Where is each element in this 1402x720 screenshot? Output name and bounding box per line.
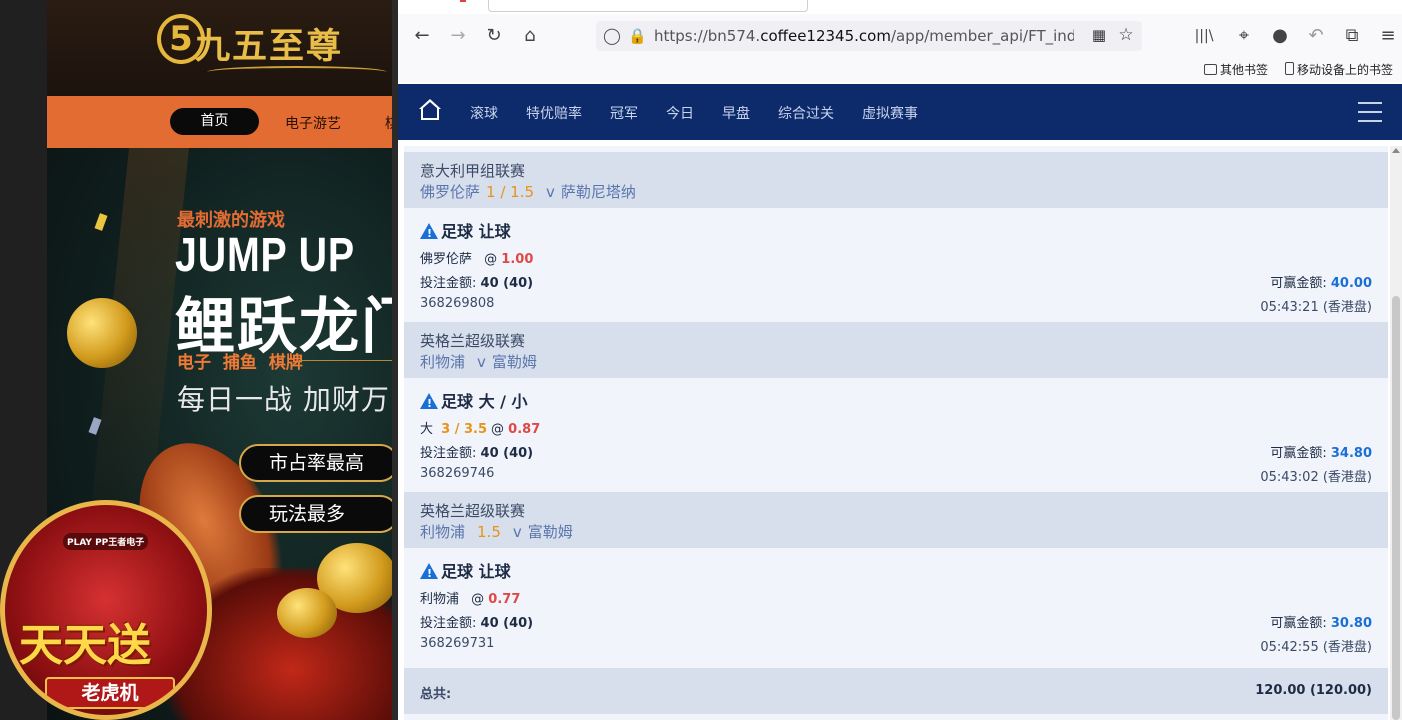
gold-coin-icon <box>67 298 137 368</box>
scrollbar[interactable] <box>1390 146 1402 720</box>
nav-early[interactable]: 早盘 <box>722 103 750 123</box>
bet-slip-list: 意大利甲组联赛 佛罗伦萨 1 / 1.5 v 萨勒尼塔纳 ! 足球 让球 佛罗伦萨 @ … <box>404 146 1388 720</box>
league-name: 英格兰超级联赛 <box>420 332 526 350</box>
qr-code-icon[interactable]: ▦ <box>1090 26 1108 44</box>
total-label: 总共: <box>420 687 452 702</box>
bet-time: 05:43:21 (香港盘) <box>1260 300 1372 315</box>
logo-text: 九五至尊 <box>195 26 344 67</box>
bet-time: 05:43:02 (香港盘) <box>1260 470 1372 485</box>
casino-header: 5 九五至尊 <box>47 0 392 96</box>
match-teams: 利物浦 1.5 v 富勒姆 <box>420 523 573 541</box>
bet-selection: 利物浦 @ 0.77 <box>420 592 521 607</box>
warning-icon: ! <box>420 393 438 410</box>
banner-headline-en: JUMP UP <box>175 229 356 282</box>
nav-more-link[interactable]: 棋 <box>385 113 392 133</box>
ticket-id: 368269731 <box>420 636 495 651</box>
screenshot-crop-icon[interactable]: ⌖ <box>1232 24 1256 48</box>
potential-win: 可赢金额: 30.80 <box>1270 616 1372 631</box>
match-teams: 佛罗伦萨 1 / 1.5 v 萨勒尼塔纳 <box>420 183 636 201</box>
bet-item: ! 足球 让球 佛罗伦萨 @ 1.00 投注金额: 40 (40) 可赢金额: 4… <box>404 208 1388 322</box>
ticket-id: 368269808 <box>420 296 495 311</box>
league-header: 英格兰超级联赛 利物浦 1.5 v 富勒姆 <box>404 492 1388 548</box>
url-text[interactable]: https://bn574.coffee12345.com/app/member… <box>654 27 1074 45</box>
badge-title: 天天送 <box>19 620 151 671</box>
library-icon[interactable]: |||\ <box>1192 24 1216 48</box>
menu-icon[interactable]: ≡ <box>1376 24 1400 48</box>
home-icon[interactable] <box>418 99 442 123</box>
confetti-icon <box>94 213 108 231</box>
casino-window: 5 九五至尊 首页 电子游艺 棋 最刺激的游戏 JUMP UP 鲤跃龙门 电子 … <box>0 0 392 720</box>
tracking-shield-icon[interactable]: ◯ <box>602 25 622 47</box>
bookmark-other[interactable]: 其他书签 <box>1204 61 1268 78</box>
bookmark-mobile[interactable]: 移动设备上的书签 <box>1285 61 1393 78</box>
browser-window: ← → ↻ ⌂ ◯ 🔒 https://bn574.coffee12345.co… <box>392 0 1402 720</box>
provider-label: PLAY PP王者电子 <box>63 533 149 550</box>
forward-icon[interactable]: → <box>446 24 470 48</box>
league-header: 英格兰超级联赛 利物浦 v 富勒姆 <box>404 322 1388 378</box>
banner-categories: 电子 捕鱼 棋牌 <box>177 353 303 373</box>
nav-parlay[interactable]: 综合过关 <box>778 103 834 123</box>
scroll-up-icon[interactable] <box>1392 148 1400 153</box>
undo-icon[interactable]: ↶ <box>1304 24 1328 48</box>
browser-tab[interactable] <box>488 0 808 12</box>
nav-home-button[interactable]: 首页 <box>170 108 259 135</box>
bet-item: ! 足球 大 / 小 大 3 / 3.5 @ 0.87 投注金额: 40 (40) … <box>404 378 1388 492</box>
banner-slogan: 每日一战 加财万 <box>177 383 390 416</box>
browser-toolbar: ← → ↻ ⌂ ◯ 🔒 https://bn574.coffee12345.co… <box>398 14 1402 58</box>
badge-subtitle: 老虎机 <box>45 677 175 709</box>
feature-pill-market-share[interactable]: 市占率最高 <box>239 444 392 482</box>
warning-icon: ! <box>420 563 438 580</box>
feature-pill-most-games[interactable]: 玩法最多 <box>239 495 392 533</box>
nav-best-odds[interactable]: 特优赔率 <box>526 103 582 123</box>
league-header: 意大利甲组联赛 佛罗伦萨 1 / 1.5 v 萨勒尼塔纳 <box>404 152 1388 208</box>
sportsbook-nav: 滚球 特优赔率 冠军 今日 早盘 综合过关 虚拟赛事 <box>398 84 1402 140</box>
bet-type: ! 足球 让球 <box>420 218 511 242</box>
bet-time: 05:42:55 (香港盘) <box>1260 640 1372 655</box>
hamburger-menu-icon[interactable] <box>1358 102 1382 122</box>
lock-icon[interactable]: 🔒 <box>628 25 647 47</box>
bet-type: ! 足球 让球 <box>420 558 511 582</box>
bookmarks-bar: 其他书签 移动设备上的书签 <box>398 58 1402 82</box>
scroll-thumb[interactable] <box>1392 296 1400 720</box>
slot-promo-badge[interactable]: PLAY PP王者电子 天天送 老虎机 <box>0 500 212 720</box>
bet-selection: 大 3 / 3.5 @ 0.87 <box>420 422 541 437</box>
casino-nav: 首页 电子游艺 棋 <box>47 96 392 148</box>
bet-type: ! 足球 大 / 小 <box>420 388 528 412</box>
league-name: 英格兰超级联赛 <box>420 502 526 520</box>
phone-icon <box>1285 62 1294 75</box>
potential-win: 可赢金额: 34.80 <box>1270 446 1372 461</box>
stake-amount: 投注金额: 40 (40) <box>420 446 534 461</box>
bet-selection: 佛罗伦萨 @ 1.00 <box>420 252 534 267</box>
league-name: 意大利甲组联赛 <box>420 162 526 180</box>
bookmark-star-icon[interactable]: ☆ <box>1116 25 1136 45</box>
stake-amount: 投注金额: 40 (40) <box>420 616 534 631</box>
reload-icon[interactable]: ↻ <box>482 24 506 48</box>
stake-amount: 投注金额: 40 (40) <box>420 276 534 291</box>
warning-icon: ! <box>420 223 438 240</box>
nav-electronic-link[interactable]: 电子游艺 <box>285 113 341 133</box>
divider <box>299 360 392 361</box>
gold-coin-icon <box>277 588 337 638</box>
bet-item: ! 足球 让球 利物浦 @ 0.77 投注金额: 40 (40) 可赢金额: 30… <box>404 548 1388 662</box>
match-teams: 利物浦 v 富勒姆 <box>420 353 537 371</box>
ticket-id: 368269746 <box>420 466 495 481</box>
potential-win: 可赢金额: 40.00 <box>1270 276 1372 291</box>
nav-outrights[interactable]: 冠军 <box>610 103 638 123</box>
chat-bubble-icon[interactable]: ● <box>1268 24 1292 48</box>
nav-live[interactable]: 滚球 <box>470 103 498 123</box>
logo-ornament <box>207 66 387 78</box>
home-icon[interactable]: ⌂ <box>518 24 542 48</box>
extensions-icon[interactable]: ⧉ <box>1340 24 1364 48</box>
total-value: 120.00 (120.00) <box>1255 683 1372 698</box>
nav-today[interactable]: 今日 <box>666 103 694 123</box>
folder-icon <box>1204 64 1217 75</box>
back-icon[interactable]: ← <box>410 24 434 48</box>
nav-virtual[interactable]: 虚拟赛事 <box>862 103 918 123</box>
address-bar[interactable]: ◯ 🔒 https://bn574.coffee12345.com/app/me… <box>596 21 1142 51</box>
total-row: 总共: 120.00 (120.00) <box>404 668 1388 714</box>
tab-indicator <box>460 0 466 2</box>
